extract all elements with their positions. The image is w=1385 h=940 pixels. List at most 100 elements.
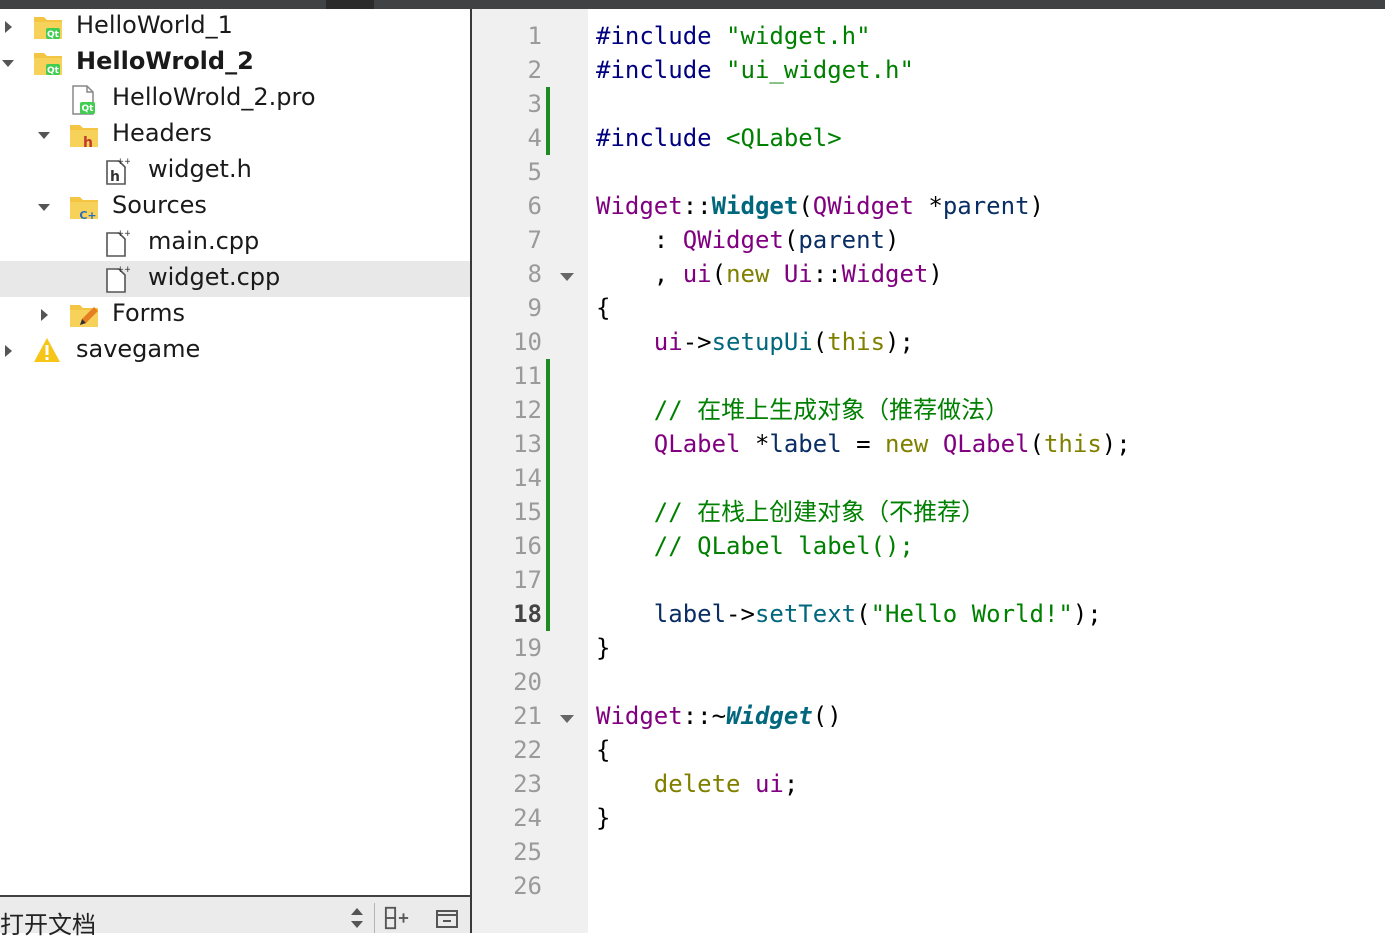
tree-item[interactable]: Qt HelloWrold_2.pro [0,81,470,117]
code-line[interactable]: #include <QLabel> [596,121,842,155]
code-line[interactable]: ui->setupUi(this); [596,325,914,359]
code-token: ( [856,600,871,628]
line-number: 11 [513,362,542,390]
code-token: parent [798,226,886,254]
change-marker [546,597,550,631]
change-marker [546,359,550,393]
chevron-down-icon[interactable] [36,127,52,143]
code-token: ; [783,770,799,798]
code-token: ) [1029,192,1044,220]
code-line[interactable]: // 在栈上创建对象（不推荐） [596,495,985,529]
code-line[interactable]: #include "widget.h" [596,19,871,53]
svg-text:C+: C+ [79,209,96,222]
code-line[interactable]: QLabel *label = new QLabel(this); [596,427,1131,461]
code-line[interactable]: } [596,801,610,835]
line-number: 5 [527,158,542,186]
top-toolbar-strip [0,0,1385,9]
line-number: 21 [513,702,542,730]
code-line[interactable]: } [596,631,610,665]
line-number: 13 [513,430,542,458]
code-token: Widget [596,702,683,730]
code-token: ::~ [682,702,727,730]
code-token: :: [682,192,712,220]
change-marker [546,495,550,529]
code-line[interactable]: : QWidget(parent) [596,223,900,257]
change-marker [546,87,550,121]
chevron-right-icon[interactable] [0,343,16,359]
code-token: ui [682,260,712,288]
code-token: } [596,634,611,662]
code-token: * [740,430,770,458]
sort-updown-icon[interactable] [344,905,370,931]
line-number: 16 [513,532,542,560]
svg-text:++: ++ [116,157,130,167]
chevron-down-icon[interactable] [0,55,16,71]
tree-item[interactable]: ++ main.cpp [0,225,470,261]
line-number: 10 [513,328,542,356]
line-number: 8 [527,260,542,288]
code-token: ( [812,328,828,356]
code-line[interactable]: #include "ui_widget.h" [596,53,914,87]
change-marker [546,529,550,563]
change-marker [546,121,550,155]
code-token: Widget [596,192,683,220]
code-line[interactable]: { [596,291,610,325]
line-number: 20 [513,668,542,696]
line-number: 14 [513,464,542,492]
tree-item[interactable]: Forms [0,297,470,333]
tree-item-label: HelloWrold_2.pro [112,83,316,111]
tree-item[interactable]: Qt HelloWrold_2 [0,45,470,81]
code-token: ); [1072,600,1102,628]
line-number: 6 [527,192,542,220]
tree-item-label: main.cpp [148,227,260,255]
line-number: 25 [513,838,542,866]
tree-item[interactable]: savegame [0,333,470,369]
code-line[interactable]: Widget::~Widget() [596,699,842,733]
close-pane-icon[interactable] [434,905,460,931]
code-line[interactable]: , ui(new Ui::Widget) [596,257,943,291]
tree-item-label: HelloWrold_2 [76,47,254,75]
tree-item[interactable]: h Headers [0,117,470,153]
chevron-right-icon[interactable] [36,307,52,323]
tree-item[interactable]: h ++ widget.h [0,153,470,189]
code-token: label [769,430,842,458]
code-line[interactable]: // 在堆上生成对象（推荐做法） [596,393,1009,427]
code-line[interactable]: delete ui; [596,767,799,801]
code-token: -> [682,328,712,356]
tree-item-label: HelloWorld_1 [76,11,233,39]
code-editor[interactable]: 1 2 3 4 5 6 7 8 9 10 11 12 13 14 15 16 17 18 19 20 21 22 23 24 2… [472,9,1385,933]
svg-text:Qt: Qt [47,66,60,76]
code-token: #include [596,56,727,84]
code-token: new [885,430,943,458]
split-add-icon[interactable] [384,905,410,931]
line-number: 26 [513,872,542,900]
code-line[interactable]: { [596,733,610,767]
chevron-down-icon[interactable] [36,199,52,215]
code-line[interactable]: // QLabel label(); [596,529,914,563]
code-token: delete [653,770,755,798]
fold-arrow-icon[interactable] [558,710,576,723]
code-token: "Hello World!" [870,600,1073,628]
tree-item[interactable]: ++ widget.cpp [0,261,470,297]
qt-project-folder-icon: Qt [32,12,62,42]
fold-arrow-icon[interactable] [558,268,576,281]
tree-item[interactable]: C+ Sources [0,189,470,225]
code-token: Ui [783,260,813,288]
code-token: label [653,600,727,628]
svg-text:Qt: Qt [82,104,95,114]
code-token: :: [812,260,842,288]
code-line[interactable]: label->setText("Hello World!"); [596,597,1102,631]
code-token: () [812,702,842,730]
code-token: QWidget [812,192,914,220]
tree-item[interactable]: Qt HelloWorld_1 [0,9,470,45]
code-token: { [596,736,611,764]
line-number: 4 [527,124,542,152]
chevron-right-icon[interactable] [0,19,16,35]
code-token: #include [596,22,727,50]
code-token: ( [711,260,727,288]
toolbar-separator [374,903,375,933]
code-line[interactable]: Widget::Widget(QWidget *parent) [596,189,1044,223]
code-token: QLabel [653,430,741,458]
